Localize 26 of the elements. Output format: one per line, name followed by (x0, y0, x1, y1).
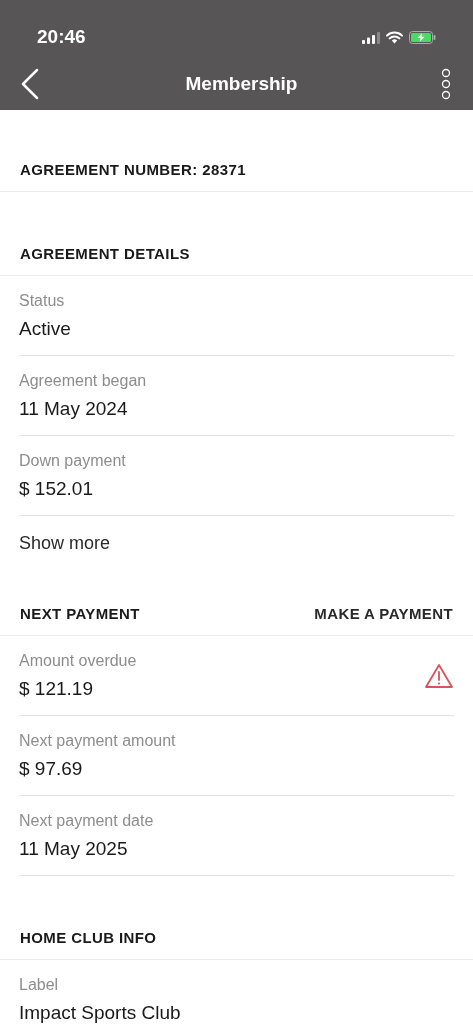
wifi-icon (386, 31, 403, 44)
field-label: Next payment amount (19, 730, 176, 751)
section-title: AGREEMENT NUMBER: 28371 (20, 159, 246, 180)
page-title: Membership (185, 71, 298, 96)
field-label: Amount overdue (19, 650, 137, 671)
field-value: 11 May 2024 (19, 396, 129, 421)
field-value: Active (19, 316, 71, 341)
field-value: $ 97.69 (19, 756, 84, 781)
battery-icon (409, 31, 436, 44)
show-more-link[interactable]: Show more (19, 529, 111, 557)
field-label: Next payment date (19, 810, 154, 831)
more-options-button[interactable] (439, 67, 453, 101)
field-label: Status (19, 290, 66, 311)
field-value: $ 152.01 (19, 476, 94, 501)
status-time: 20:46 (37, 25, 86, 50)
section-title: HOME CLUB INFO (20, 927, 157, 948)
field-value: $ 121.19 (19, 676, 94, 701)
section-title: NEXT PAYMENT (20, 603, 140, 624)
section-title: AGREEMENT DETAILS (20, 243, 190, 264)
field-label: Down payment (19, 450, 126, 471)
field-value: Impact Sports Club (19, 1000, 181, 1024)
field-label: Label (19, 974, 60, 995)
make-payment-link[interactable]: MAKE A PAYMENT (314, 602, 453, 626)
field-value: 11 May 2025 (19, 836, 129, 861)
signal-icon (362, 31, 380, 44)
field-label: Agreement began (19, 370, 147, 391)
